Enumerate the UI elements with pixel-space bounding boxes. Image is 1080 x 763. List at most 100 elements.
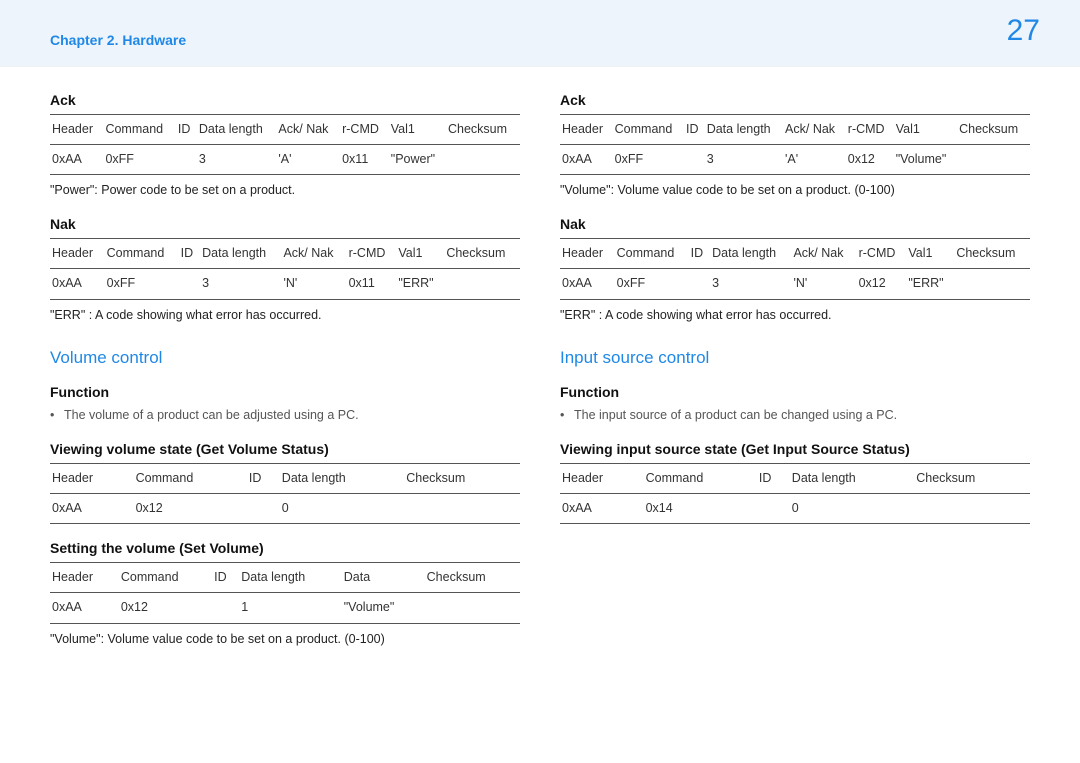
viewing-input-heading: Viewing input source state (Get Input So…: [560, 441, 1030, 457]
td: 0xFF: [103, 144, 175, 175]
td: [957, 144, 1030, 175]
td: 0: [280, 493, 404, 524]
nak-table-right: Header Command ID Data length Ack/ Nak r…: [560, 238, 1030, 299]
th: Val1: [396, 239, 444, 269]
td: "ERR": [906, 269, 954, 300]
page-number: 27: [1007, 14, 1040, 48]
nak-note-right: "ERR" : A code showing what error has oc…: [560, 306, 1030, 325]
th: Header: [50, 464, 134, 494]
th: r-CMD: [857, 239, 907, 269]
th: ID: [179, 239, 201, 269]
th: r-CMD: [347, 239, 397, 269]
td: 0x14: [644, 493, 757, 524]
th: Val1: [906, 239, 954, 269]
th: ID: [176, 115, 197, 145]
td: [954, 269, 1030, 300]
td: 0x12: [846, 144, 894, 175]
th: Data length: [710, 239, 791, 269]
right-column: Ack Header Command ID Data length Ack/ N…: [560, 92, 1030, 663]
ack-table-right: Header Command ID Data length Ack/ Nak r…: [560, 114, 1030, 175]
td: 0xAA: [560, 493, 644, 524]
th: Checksum: [957, 115, 1030, 145]
th: Ack/ Nak: [783, 115, 846, 145]
th: Header: [50, 239, 105, 269]
th: Val1: [389, 115, 446, 145]
th: r-CMD: [846, 115, 894, 145]
th: Data: [342, 563, 425, 593]
td: 0x11: [340, 144, 389, 175]
td: [404, 493, 520, 524]
th: Checksum: [446, 115, 520, 145]
td: [247, 493, 280, 524]
th: Data length: [239, 563, 341, 593]
th: ID: [684, 115, 705, 145]
td: 0xAA: [50, 593, 119, 624]
th: Command: [615, 239, 689, 269]
td: 'N': [791, 269, 856, 300]
th: Command: [613, 115, 684, 145]
ack-heading-left: Ack: [50, 92, 520, 108]
td: 0x12: [134, 493, 247, 524]
th: Val1: [894, 115, 957, 145]
get-volume-table: Header Command ID Data length Checksum 0…: [50, 463, 520, 524]
td: 0xAA: [50, 269, 105, 300]
td: [444, 269, 520, 300]
th: Data length: [197, 115, 277, 145]
td: 0xAA: [560, 269, 615, 300]
th: Header: [560, 239, 615, 269]
th: Ack/ Nak: [276, 115, 340, 145]
td: 3: [200, 269, 281, 300]
td: [757, 493, 790, 524]
input-source-heading: Input source control: [560, 348, 1030, 368]
left-column: Ack Header Command ID Data length Ack/ N…: [50, 92, 520, 663]
th: ID: [247, 464, 280, 494]
td: 0x11: [347, 269, 397, 300]
volume-control-heading: Volume control: [50, 348, 520, 368]
th: Ack/ Nak: [791, 239, 856, 269]
td: 'A': [783, 144, 846, 175]
ack-note-right: "Volume": Volume value code to be set on…: [560, 181, 1030, 200]
th: Header: [50, 563, 119, 593]
th: Data length: [200, 239, 281, 269]
td: 0xFF: [615, 269, 689, 300]
th: Command: [105, 239, 179, 269]
th: Command: [644, 464, 757, 494]
td: [684, 144, 705, 175]
td: [212, 593, 239, 624]
td: "Power": [389, 144, 446, 175]
td: 3: [710, 269, 791, 300]
th: Checksum: [425, 563, 520, 593]
th: ID: [757, 464, 790, 494]
function-bullet-left: The volume of a product can be adjusted …: [64, 406, 520, 425]
td: 'N': [281, 269, 346, 300]
nak-heading-left: Nak: [50, 216, 520, 232]
th: Command: [119, 563, 212, 593]
nak-heading-right: Nak: [560, 216, 1030, 232]
td: 0xAA: [560, 144, 613, 175]
function-bullet-right: The input source of a product can be cha…: [574, 406, 1030, 425]
nak-note-left: "ERR" : A code showing what error has oc…: [50, 306, 520, 325]
td: 0xAA: [50, 144, 103, 175]
td: 0x12: [119, 593, 212, 624]
td: "ERR": [396, 269, 444, 300]
td: [425, 593, 520, 624]
th: r-CMD: [340, 115, 389, 145]
td: 0: [790, 493, 914, 524]
th: Header: [50, 115, 103, 145]
td: 0xAA: [50, 493, 134, 524]
page-header: Chapter 2. Hardware 27: [0, 0, 1080, 67]
td: 3: [705, 144, 783, 175]
td: [176, 144, 197, 175]
th: Ack/ Nak: [281, 239, 346, 269]
viewing-volume-heading: Viewing volume state (Get Volume Status): [50, 441, 520, 457]
td: 0x12: [857, 269, 907, 300]
td: "Volume": [894, 144, 957, 175]
td: [179, 269, 201, 300]
th: Command: [103, 115, 175, 145]
th: Data length: [280, 464, 404, 494]
th: Checksum: [404, 464, 520, 494]
th: Command: [134, 464, 247, 494]
nak-table-left: Header Command ID Data length Ack/ Nak r…: [50, 238, 520, 299]
td: 0xFF: [105, 269, 179, 300]
th: Checksum: [954, 239, 1030, 269]
